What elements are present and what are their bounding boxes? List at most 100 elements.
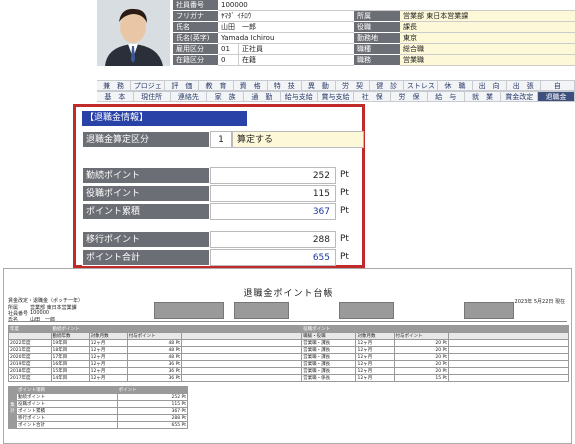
col-header: 年度 (8, 325, 52, 333)
info-value: 正社員 (238, 44, 354, 55)
tab[interactable]: 賞与支給 (317, 91, 355, 102)
table-row: 勤続ポイント 252 Pt (9, 393, 189, 401)
ledger-divider (8, 321, 567, 322)
tab[interactable]: 出 向 (472, 80, 507, 91)
cell: 19年目 (50, 339, 90, 347)
info-label: 在籍区分 (173, 55, 218, 66)
col-header: 対象月数 (88, 332, 128, 340)
tab[interactable]: 家 族 (207, 91, 245, 102)
cell: 16年目 (50, 360, 90, 368)
cell: 655 Pt (116, 421, 189, 429)
tab[interactable]: 通 勤 (244, 91, 281, 102)
table-header: 年度 勤続ポイント 役職ポイント (8, 325, 569, 333)
info-code: 01 (218, 44, 238, 55)
point-unit: Pt (340, 234, 349, 244)
tab-bar: 兼 務プロジェ評 価教 育資 格特 技異 動労 契健 診ストレス休 職出 向出 … (97, 80, 575, 102)
cell (181, 332, 303, 340)
cell (181, 339, 303, 347)
cell: 48 Pt (126, 339, 183, 347)
table-row: 役職ポイント 115 Pt (9, 400, 189, 408)
tab[interactable]: 基 本 (97, 91, 134, 102)
info-empty (354, 0, 575, 11)
tab[interactable]: 給 与 (427, 91, 465, 102)
ledger-box (154, 302, 224, 319)
tab[interactable]: 現住所 (133, 91, 171, 102)
tab[interactable]: 出 張 (506, 80, 541, 91)
info-value: Yamada Ichirou (218, 33, 354, 44)
tab[interactable]: 兼 務 (97, 80, 132, 91)
info-label: フリガナ (173, 11, 218, 22)
info-value: ﾔﾏﾀﾞ ｲﾁﾛｳ (218, 11, 354, 22)
cell: 14年目 (50, 374, 90, 382)
col-header: 付与ポイント (126, 332, 183, 340)
cell: 営業職・課長 (301, 353, 357, 361)
tab[interactable]: 労 契 (335, 80, 371, 91)
point-row: ポイント合計 655 Pt (82, 249, 354, 266)
cell: 12ヶ月 (355, 374, 395, 382)
cell: 2021年度 (8, 346, 52, 354)
cell: 営業職・課長 (301, 367, 357, 375)
point-label: 役職ポイント (82, 185, 210, 202)
cell (448, 353, 569, 361)
cell (181, 367, 303, 375)
cell: 12ヶ月 (355, 353, 395, 361)
sum-side: 集計 (8, 386, 17, 429)
tab[interactable]: 評 価 (165, 80, 200, 91)
tab[interactable]: 退職金 (538, 91, 575, 102)
ledger-title: 退職金ポイント台帳 (243, 289, 334, 299)
tab[interactable]: 異 動 (301, 80, 336, 91)
ledger-box (234, 302, 289, 319)
tab[interactable]: 連絡先 (170, 91, 208, 102)
cell: 367 Pt (116, 407, 189, 415)
point-value: 288 (210, 231, 336, 248)
tab[interactable]: 自 (540, 80, 575, 91)
cell: 20 Pt (393, 339, 450, 347)
cell (448, 346, 569, 354)
tab[interactable]: 休 職 (438, 80, 473, 91)
table-row: 2019年度 16年目 12ヶ月 36 Pt 営業職・課長 12ヶ月 20 Pt (8, 360, 569, 368)
cell: 移行ポイント (16, 414, 118, 422)
tab[interactable]: 資 格 (233, 80, 268, 91)
cell (181, 353, 303, 361)
point-label: 移行ポイント (82, 231, 210, 248)
cell: 115 Pt (116, 400, 189, 408)
tab[interactable]: 就 業 (464, 91, 502, 102)
info-label: 雇用区分 (173, 44, 218, 55)
cell: 18年目 (50, 346, 90, 354)
cell: 12ヶ月 (355, 339, 395, 347)
info-label: 職種 (354, 44, 400, 55)
table-row: ポイント合計 655 Pt (9, 421, 189, 429)
tab[interactable]: プロジェ (131, 80, 166, 91)
tab[interactable]: ストレス (404, 80, 439, 91)
calc-number[interactable]: 1 (210, 131, 232, 148)
calc-label: 退職金算定区分 (82, 131, 210, 148)
cell (181, 346, 303, 354)
cell (181, 374, 303, 382)
cell: 営業職・課長 (301, 346, 357, 354)
tab[interactable]: 労 保 (391, 91, 428, 102)
tab[interactable]: 健 診 (370, 80, 405, 91)
col-header: 対象月数 (355, 332, 395, 340)
tab[interactable]: 賞金改定 (501, 91, 539, 102)
col-header: 付与ポイント (393, 332, 450, 340)
cell: 36 Pt (126, 360, 183, 368)
cell: 2017年度 (8, 374, 52, 382)
cell: 2020年度 (8, 353, 52, 361)
col-header: ポイント (116, 386, 189, 394)
tab[interactable]: 教 育 (199, 80, 234, 91)
cell: 12ヶ月 (88, 346, 128, 354)
table-row: 2021年度 18年目 12ヶ月 48 Pt 営業職・課長 12ヶ月 20 Pt (8, 346, 569, 354)
tab[interactable]: 特 技 (267, 80, 302, 91)
info-value: 課長 (400, 22, 575, 33)
point-value: 655 (210, 249, 336, 266)
table-subheader: 勤続年数 対象月数 付与ポイント 職級・役職 対象月数 付与ポイント (8, 332, 569, 340)
cell: 48 Pt (126, 353, 183, 361)
tab[interactable]: 社 保 (354, 91, 392, 102)
ledger-box (339, 302, 394, 319)
cell: 2018年度 (8, 367, 52, 375)
calc-text[interactable]: 算定する (232, 131, 364, 148)
summary-table: 集計 ポイント項目 ポイント 勤続ポイント 252 Pt 役職ポイント 115 Pt ポイント… (8, 386, 189, 429)
tab[interactable]: 給与支給 (280, 91, 318, 102)
cell: 2019年度 (8, 360, 52, 368)
point-unit: Pt (340, 170, 349, 180)
